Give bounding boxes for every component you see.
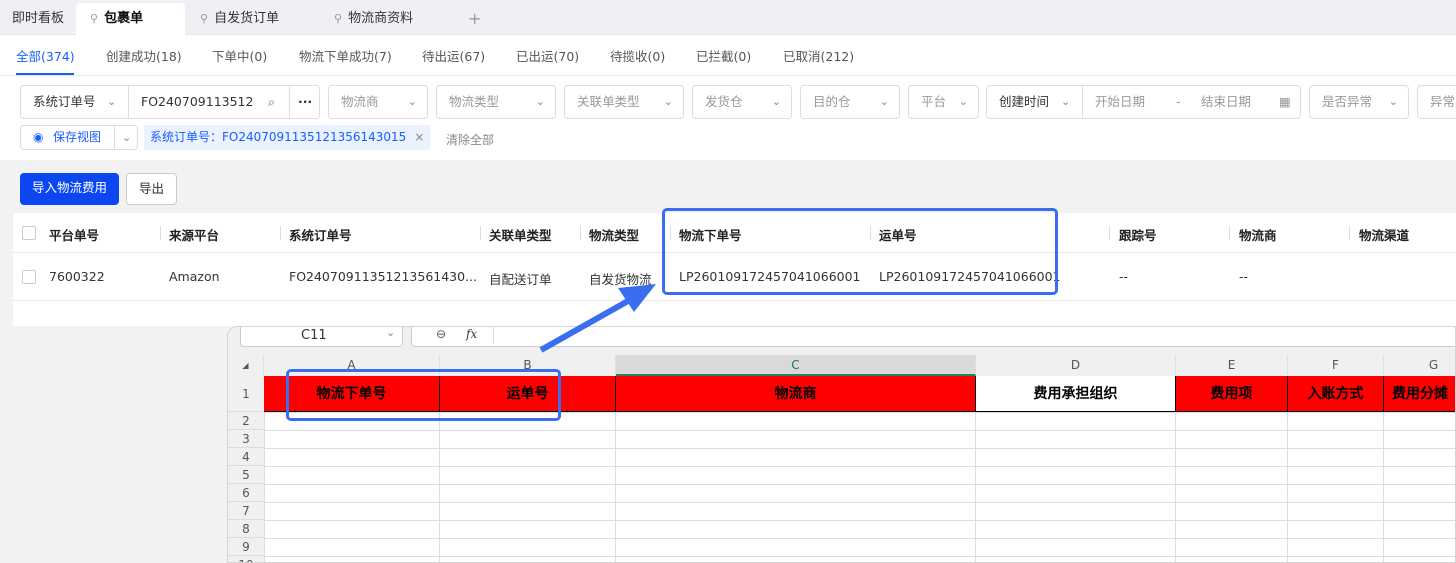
arrow-head [618,284,656,312]
arrow-shaft [539,298,630,353]
arrow-annotation [539,284,656,353]
